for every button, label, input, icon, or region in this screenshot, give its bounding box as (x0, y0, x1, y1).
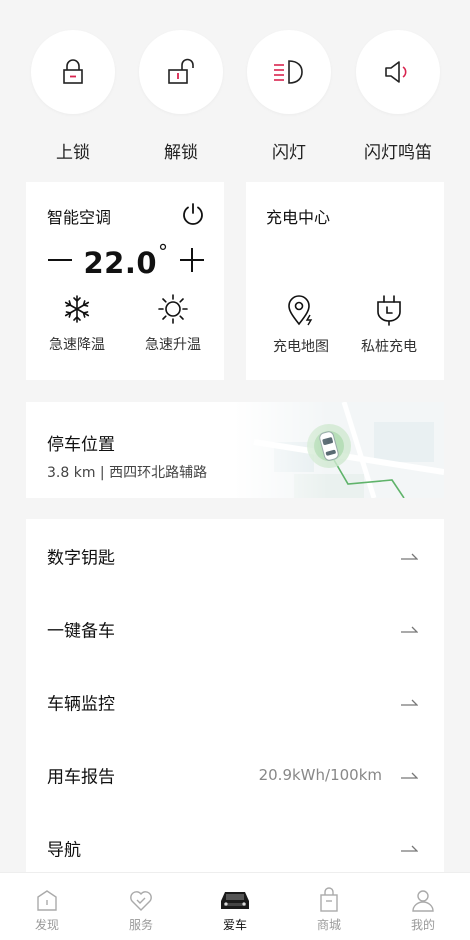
menu-item-digital-key[interactable]: 数字钥匙 (26, 519, 444, 592)
unlock-button[interactable]: 解锁 (138, 30, 224, 163)
temperature-number: 22.0 (83, 246, 158, 280)
flash-lights-label: 闪灯 (272, 143, 306, 163)
climate-title: 智能空调 (47, 208, 112, 227)
temperature-value: 22.0° (83, 240, 168, 280)
temp-increase-button[interactable] (178, 246, 206, 274)
flash-horn-label: 闪灯鸣笛 (364, 143, 432, 163)
arrow-right-icon (401, 845, 418, 852)
arrow-right-icon (401, 626, 418, 633)
lock-button[interactable]: 上锁 (30, 30, 116, 163)
temperature-control: 22.0° (46, 240, 206, 280)
tab-my-car[interactable]: 爱车 (188, 873, 282, 940)
minus-icon (48, 259, 72, 261)
parking-mini-map (234, 402, 444, 498)
quick-cool-button[interactable]: 急速降温 (32, 294, 122, 354)
charging-title: 充电中心 (266, 208, 331, 227)
menu-item-label: 导航 (47, 840, 81, 860)
flash-horn-button[interactable]: 闪灯鸣笛 (355, 30, 441, 163)
menu-item-vehicle-monitor[interactable]: 车辆监控 (26, 665, 444, 738)
profile-icon (412, 890, 434, 912)
arrow-right-icon (401, 699, 418, 706)
tab-profile[interactable]: 我的 (376, 873, 470, 940)
parking-title: 停车位置 (47, 435, 115, 455)
menu-item-label: 用车报告 (47, 767, 115, 787)
temp-decrease-button[interactable] (46, 246, 74, 274)
map-pin-bolt-icon (288, 295, 313, 326)
feature-menu: 数字钥匙 一键备车 车辆监控 用车报告 20.9kWh/100km 导航 (26, 519, 444, 879)
menu-item-label: 一键备车 (47, 621, 115, 641)
unlock-circle[interactable] (139, 30, 223, 114)
parking-card[interactable]: 停车位置 3.8 km | 西四环北路辅路 (26, 402, 444, 498)
menu-item-navigation[interactable]: 导航 (26, 811, 444, 879)
arrow-right-icon (401, 553, 418, 560)
horn-icon (385, 61, 407, 83)
menu-item-label: 车辆监控 (47, 694, 115, 714)
charging-map-button[interactable]: 充电地图 (256, 294, 346, 356)
plus-icon (180, 248, 204, 272)
tab-shop[interactable]: 商城 (282, 873, 376, 940)
tab-discover[interactable]: 发现 (0, 873, 94, 940)
power-icon[interactable] (180, 201, 206, 227)
parking-location: 3.8 km | 西四环北路辅路 (47, 465, 208, 481)
tab-profile-label: 我的 (410, 918, 435, 932)
tab-my-car-label: 爱车 (222, 918, 247, 932)
tab-discover-label: 发现 (34, 918, 59, 932)
private-charging-button[interactable]: 私桩充电 (344, 294, 434, 356)
arrow-right-icon (401, 772, 418, 779)
menu-item-usage-report[interactable]: 用车报告 20.9kWh/100km (26, 738, 444, 811)
flash-lights-circle[interactable] (247, 30, 331, 114)
flash-horn-circle[interactable] (356, 30, 440, 114)
quick-heat-label: 急速升温 (145, 337, 201, 353)
tab-shop-label: 商城 (316, 918, 341, 932)
climate-card: 智能空调 22.0° 急速降温 急速升温 (26, 182, 224, 380)
unlock-icon (168, 58, 194, 84)
quick-heat-button[interactable]: 急速升温 (128, 294, 218, 354)
energy-consumption-value: 20.9kWh/100km (258, 765, 382, 784)
shopping-bag-icon (320, 887, 338, 912)
bottom-tab-bar: 发现 服务 爱车 商城 我的 (0, 872, 470, 940)
menu-item-prepare-car[interactable]: 一键备车 (26, 592, 444, 665)
menu-item-label: 数字钥匙 (47, 548, 115, 568)
flash-lights-button[interactable]: 闪灯 (246, 30, 332, 163)
quick-actions: 上锁 解锁 闪灯 闪灯鸣笛 (0, 30, 470, 170)
charging-card[interactable]: 充电中心 充电地图 私桩充电 (246, 182, 444, 380)
quick-cool-label: 急速降温 (49, 337, 105, 353)
sun-icon (158, 294, 188, 324)
discover-icon (37, 890, 57, 911)
lock-icon (63, 59, 83, 84)
plug-icon (377, 295, 401, 326)
tab-service[interactable]: 服务 (94, 873, 188, 940)
degree-symbol: ° (158, 240, 169, 264)
snowflake-icon (64, 295, 90, 323)
headlight-icon (274, 60, 303, 84)
car-icon (221, 892, 249, 909)
private-charging-label: 私桩充电 (361, 339, 417, 355)
service-heart-icon (130, 891, 152, 911)
tab-service-label: 服务 (128, 918, 153, 932)
unlock-label: 解锁 (164, 143, 198, 163)
charging-map-label: 充电地图 (273, 339, 329, 355)
lock-circle[interactable] (31, 30, 115, 114)
lock-label: 上锁 (56, 143, 90, 163)
